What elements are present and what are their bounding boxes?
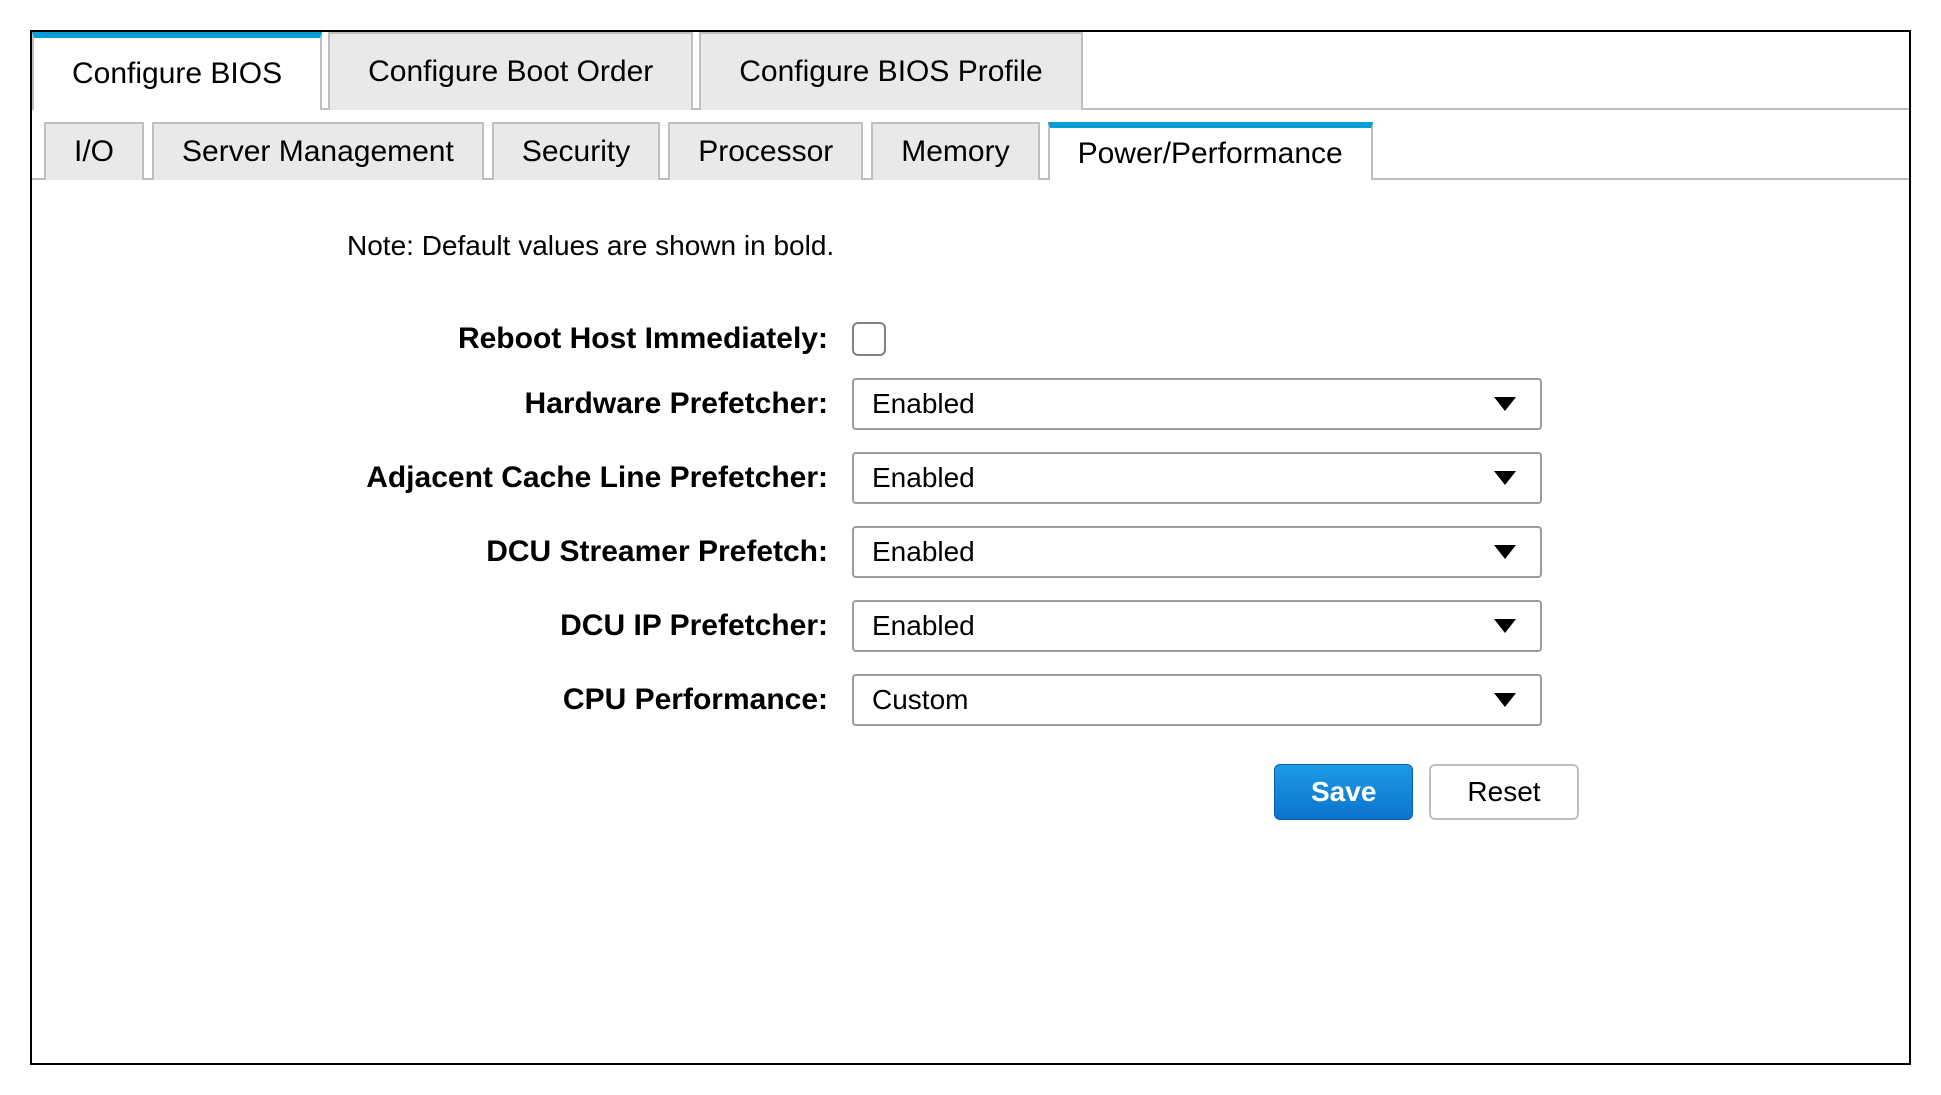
tab-label: Memory bbox=[901, 135, 1009, 169]
select-adjacent-cache-prefetcher[interactable]: Enabled bbox=[852, 452, 1542, 504]
label-adjacent-cache-prefetcher: Adjacent Cache Line Prefetcher: bbox=[72, 461, 852, 495]
defaults-note: Note: Default values are shown in bold. bbox=[347, 230, 1869, 262]
row-hardware-prefetcher: Hardware Prefetcher: Enabled bbox=[72, 378, 1869, 430]
tab-label: Configure BIOS bbox=[72, 57, 282, 91]
chevron-down-icon bbox=[1494, 471, 1516, 485]
power-performance-content: Note: Default values are shown in bold. … bbox=[32, 180, 1909, 860]
tab-label: Processor bbox=[698, 135, 833, 169]
tab-security[interactable]: Security bbox=[492, 122, 660, 180]
chevron-down-icon bbox=[1494, 397, 1516, 411]
select-value: Enabled bbox=[872, 536, 975, 568]
row-cpu-performance: CPU Performance: Custom bbox=[72, 674, 1869, 726]
tab-label: Power/Performance bbox=[1078, 137, 1343, 171]
label-dcu-streamer-prefetch: DCU Streamer Prefetch: bbox=[72, 535, 852, 569]
tab-power-performance[interactable]: Power/Performance bbox=[1048, 122, 1373, 180]
checkbox-reboot-host[interactable] bbox=[852, 322, 886, 356]
reset-button[interactable]: Reset bbox=[1429, 764, 1578, 820]
select-cpu-performance[interactable]: Custom bbox=[852, 674, 1542, 726]
tab-label: Configure Boot Order bbox=[368, 55, 653, 89]
tab-configure-bios[interactable]: Configure BIOS bbox=[32, 32, 322, 110]
label-cpu-performance: CPU Performance: bbox=[72, 683, 852, 717]
tab-configure-boot-order[interactable]: Configure Boot Order bbox=[328, 32, 693, 110]
select-dcu-ip-prefetcher[interactable]: Enabled bbox=[852, 600, 1542, 652]
select-hardware-prefetcher[interactable]: Enabled bbox=[852, 378, 1542, 430]
bios-config-panel: Configure BIOS Configure Boot Order Conf… bbox=[30, 30, 1911, 1065]
select-dcu-streamer-prefetch[interactable]: Enabled bbox=[852, 526, 1542, 578]
label-dcu-ip-prefetcher: DCU IP Prefetcher: bbox=[72, 609, 852, 643]
select-value: Enabled bbox=[872, 610, 975, 642]
button-label: Reset bbox=[1467, 776, 1540, 808]
label-reboot-host: Reboot Host Immediately: bbox=[72, 322, 852, 356]
tab-label: Server Management bbox=[182, 135, 454, 169]
tab-configure-bios-profile[interactable]: Configure BIOS Profile bbox=[699, 32, 1082, 110]
row-dcu-ip-prefetcher: DCU IP Prefetcher: Enabled bbox=[72, 600, 1869, 652]
tab-label: Security bbox=[522, 135, 630, 169]
row-reboot-host: Reboot Host Immediately: bbox=[72, 322, 1869, 356]
row-dcu-streamer-prefetch: DCU Streamer Prefetch: Enabled bbox=[72, 526, 1869, 578]
select-value: Enabled bbox=[872, 388, 975, 420]
secondary-tab-row: I/O Server Management Security Processor… bbox=[32, 110, 1909, 180]
tab-label: I/O bbox=[74, 135, 114, 169]
tab-server-management[interactable]: Server Management bbox=[152, 122, 484, 180]
select-value: Enabled bbox=[872, 462, 975, 494]
tab-label: Configure BIOS Profile bbox=[739, 55, 1042, 89]
tab-processor[interactable]: Processor bbox=[668, 122, 863, 180]
chevron-down-icon bbox=[1494, 693, 1516, 707]
primary-tab-row: Configure BIOS Configure Boot Order Conf… bbox=[32, 32, 1909, 110]
tab-memory[interactable]: Memory bbox=[871, 122, 1039, 180]
action-button-row: Save Reset bbox=[1274, 764, 1869, 820]
button-label: Save bbox=[1311, 776, 1376, 808]
chevron-down-icon bbox=[1494, 545, 1516, 559]
row-adjacent-cache-prefetcher: Adjacent Cache Line Prefetcher: Enabled bbox=[72, 452, 1869, 504]
save-button[interactable]: Save bbox=[1274, 764, 1413, 820]
chevron-down-icon bbox=[1494, 619, 1516, 633]
label-hardware-prefetcher: Hardware Prefetcher: bbox=[72, 387, 852, 421]
select-value: Custom bbox=[872, 684, 968, 716]
tab-io[interactable]: I/O bbox=[44, 122, 144, 180]
